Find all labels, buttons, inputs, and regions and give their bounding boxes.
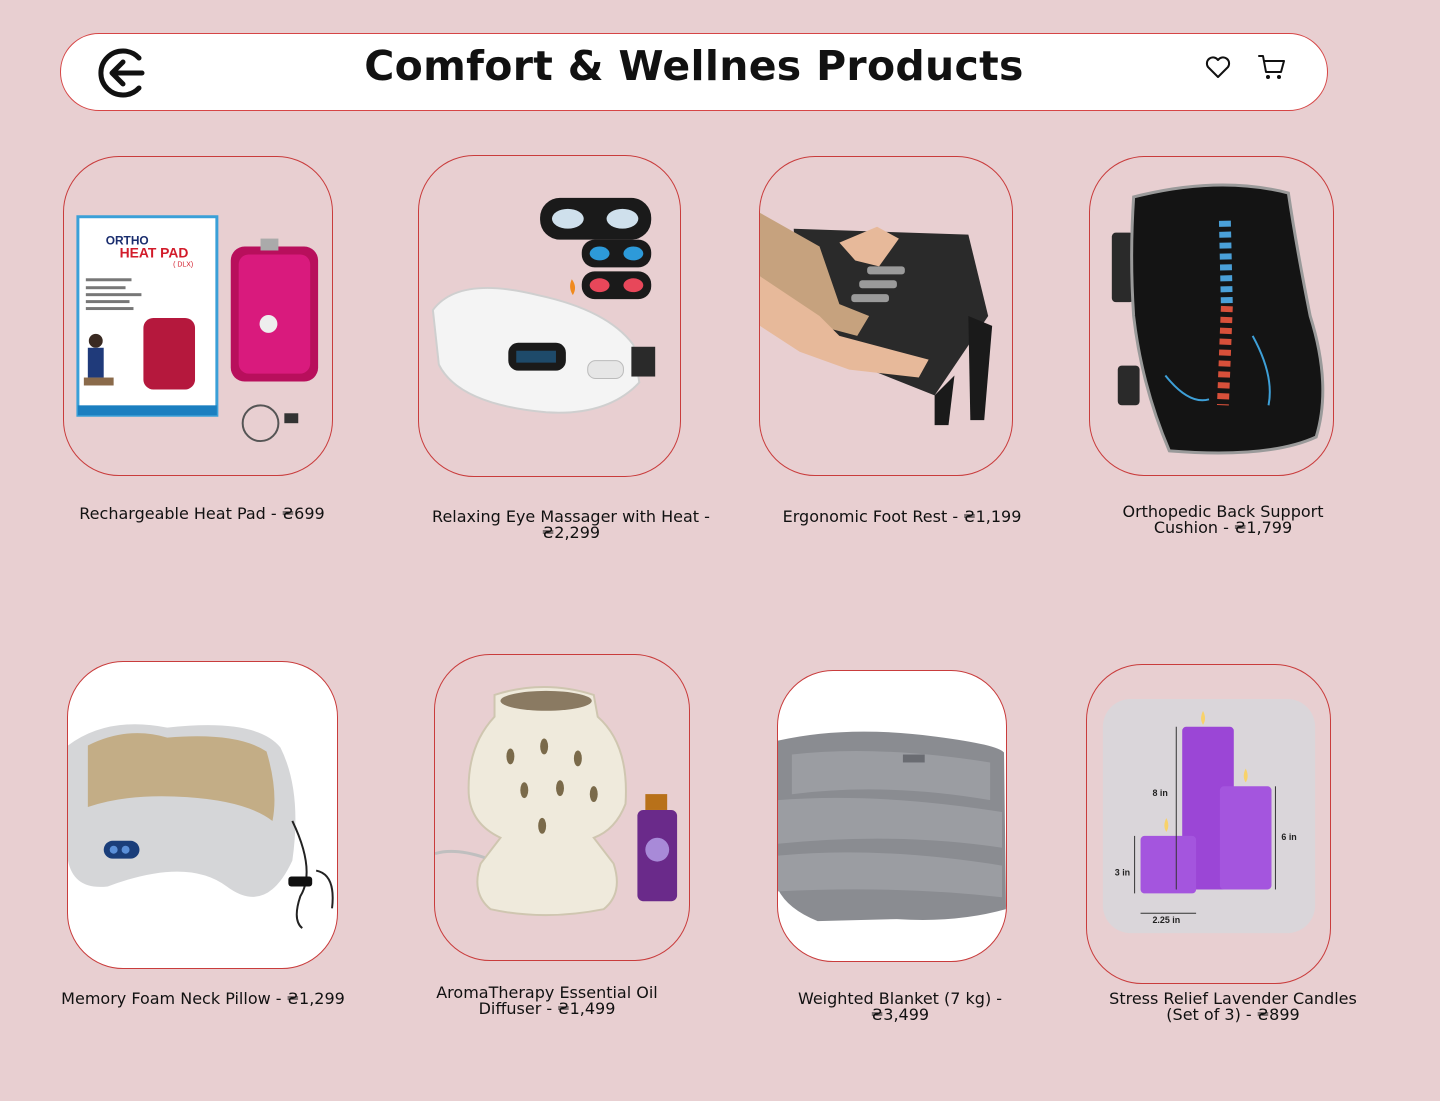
shopping-cart-icon	[1258, 55, 1285, 79]
header-bar: Comfort & Wellnes Products	[60, 33, 1328, 111]
image-text-dlx: ( DLX)	[173, 261, 193, 268]
image-text-3in: 3 in	[1115, 868, 1130, 878]
page-title: Comfort & Wellnes Products	[364, 42, 1024, 90]
back-support-cushion-image	[1111, 183, 1325, 455]
product-card[interactable]: 8 in 6 in 3 in 2.25 in	[1086, 664, 1331, 984]
eye-massager-image	[431, 197, 656, 414]
lavender-candles-image: 8 in 6 in 3 in 2.25 in	[1102, 699, 1316, 934]
neck-pillow-image	[68, 724, 334, 929]
cart-button[interactable]	[1257, 52, 1287, 82]
product-card[interactable]	[1089, 156, 1334, 476]
image-text-8in: 8 in	[1152, 788, 1167, 798]
image-text-2-25in: 2.25 in	[1152, 915, 1180, 925]
image-text-heat-pad: HEAT PAD	[120, 244, 189, 260]
aroma-diffuser-image	[435, 686, 678, 917]
product-name[interactable]: Memory Foam Neck Pillow - ₴1,299	[56, 991, 350, 1007]
product-name[interactable]: Stress Relief Lavender Candles (Set of 3…	[1096, 991, 1370, 1023]
product-card[interactable]: ORTHO HEAT PAD ( DLX)	[63, 156, 333, 476]
image-text-6in: 6 in	[1281, 832, 1296, 842]
foot-rest-image	[760, 212, 993, 426]
product-name[interactable]: Weighted Blanket (7 kg) - ₴3,499	[780, 991, 1020, 1023]
heat-pad-image: ORTHO HEAT PAD ( DLX)	[76, 215, 319, 443]
product-card[interactable]	[418, 155, 681, 477]
weighted-blanket-image	[778, 731, 1006, 922]
product-name[interactable]: Relaxing Eye Massager with Heat - ₴2,299	[420, 509, 722, 541]
product-name[interactable]: Orthopedic Back Support Cushion - ₴1,799	[1100, 504, 1346, 536]
product-name[interactable]: Rechargeable Heat Pad - ₴699	[60, 506, 344, 522]
heart-icon	[1205, 56, 1231, 78]
wishlist-button[interactable]	[1203, 52, 1233, 82]
product-name[interactable]: AromaTherapy Essential Oil Diffuser - ₴1…	[420, 985, 674, 1017]
product-name[interactable]: Ergonomic Foot Rest - ₴1,199	[760, 509, 1044, 525]
product-card[interactable]	[67, 661, 338, 969]
product-card[interactable]	[759, 156, 1013, 476]
product-card[interactable]	[434, 654, 690, 961]
product-card[interactable]	[777, 670, 1007, 962]
